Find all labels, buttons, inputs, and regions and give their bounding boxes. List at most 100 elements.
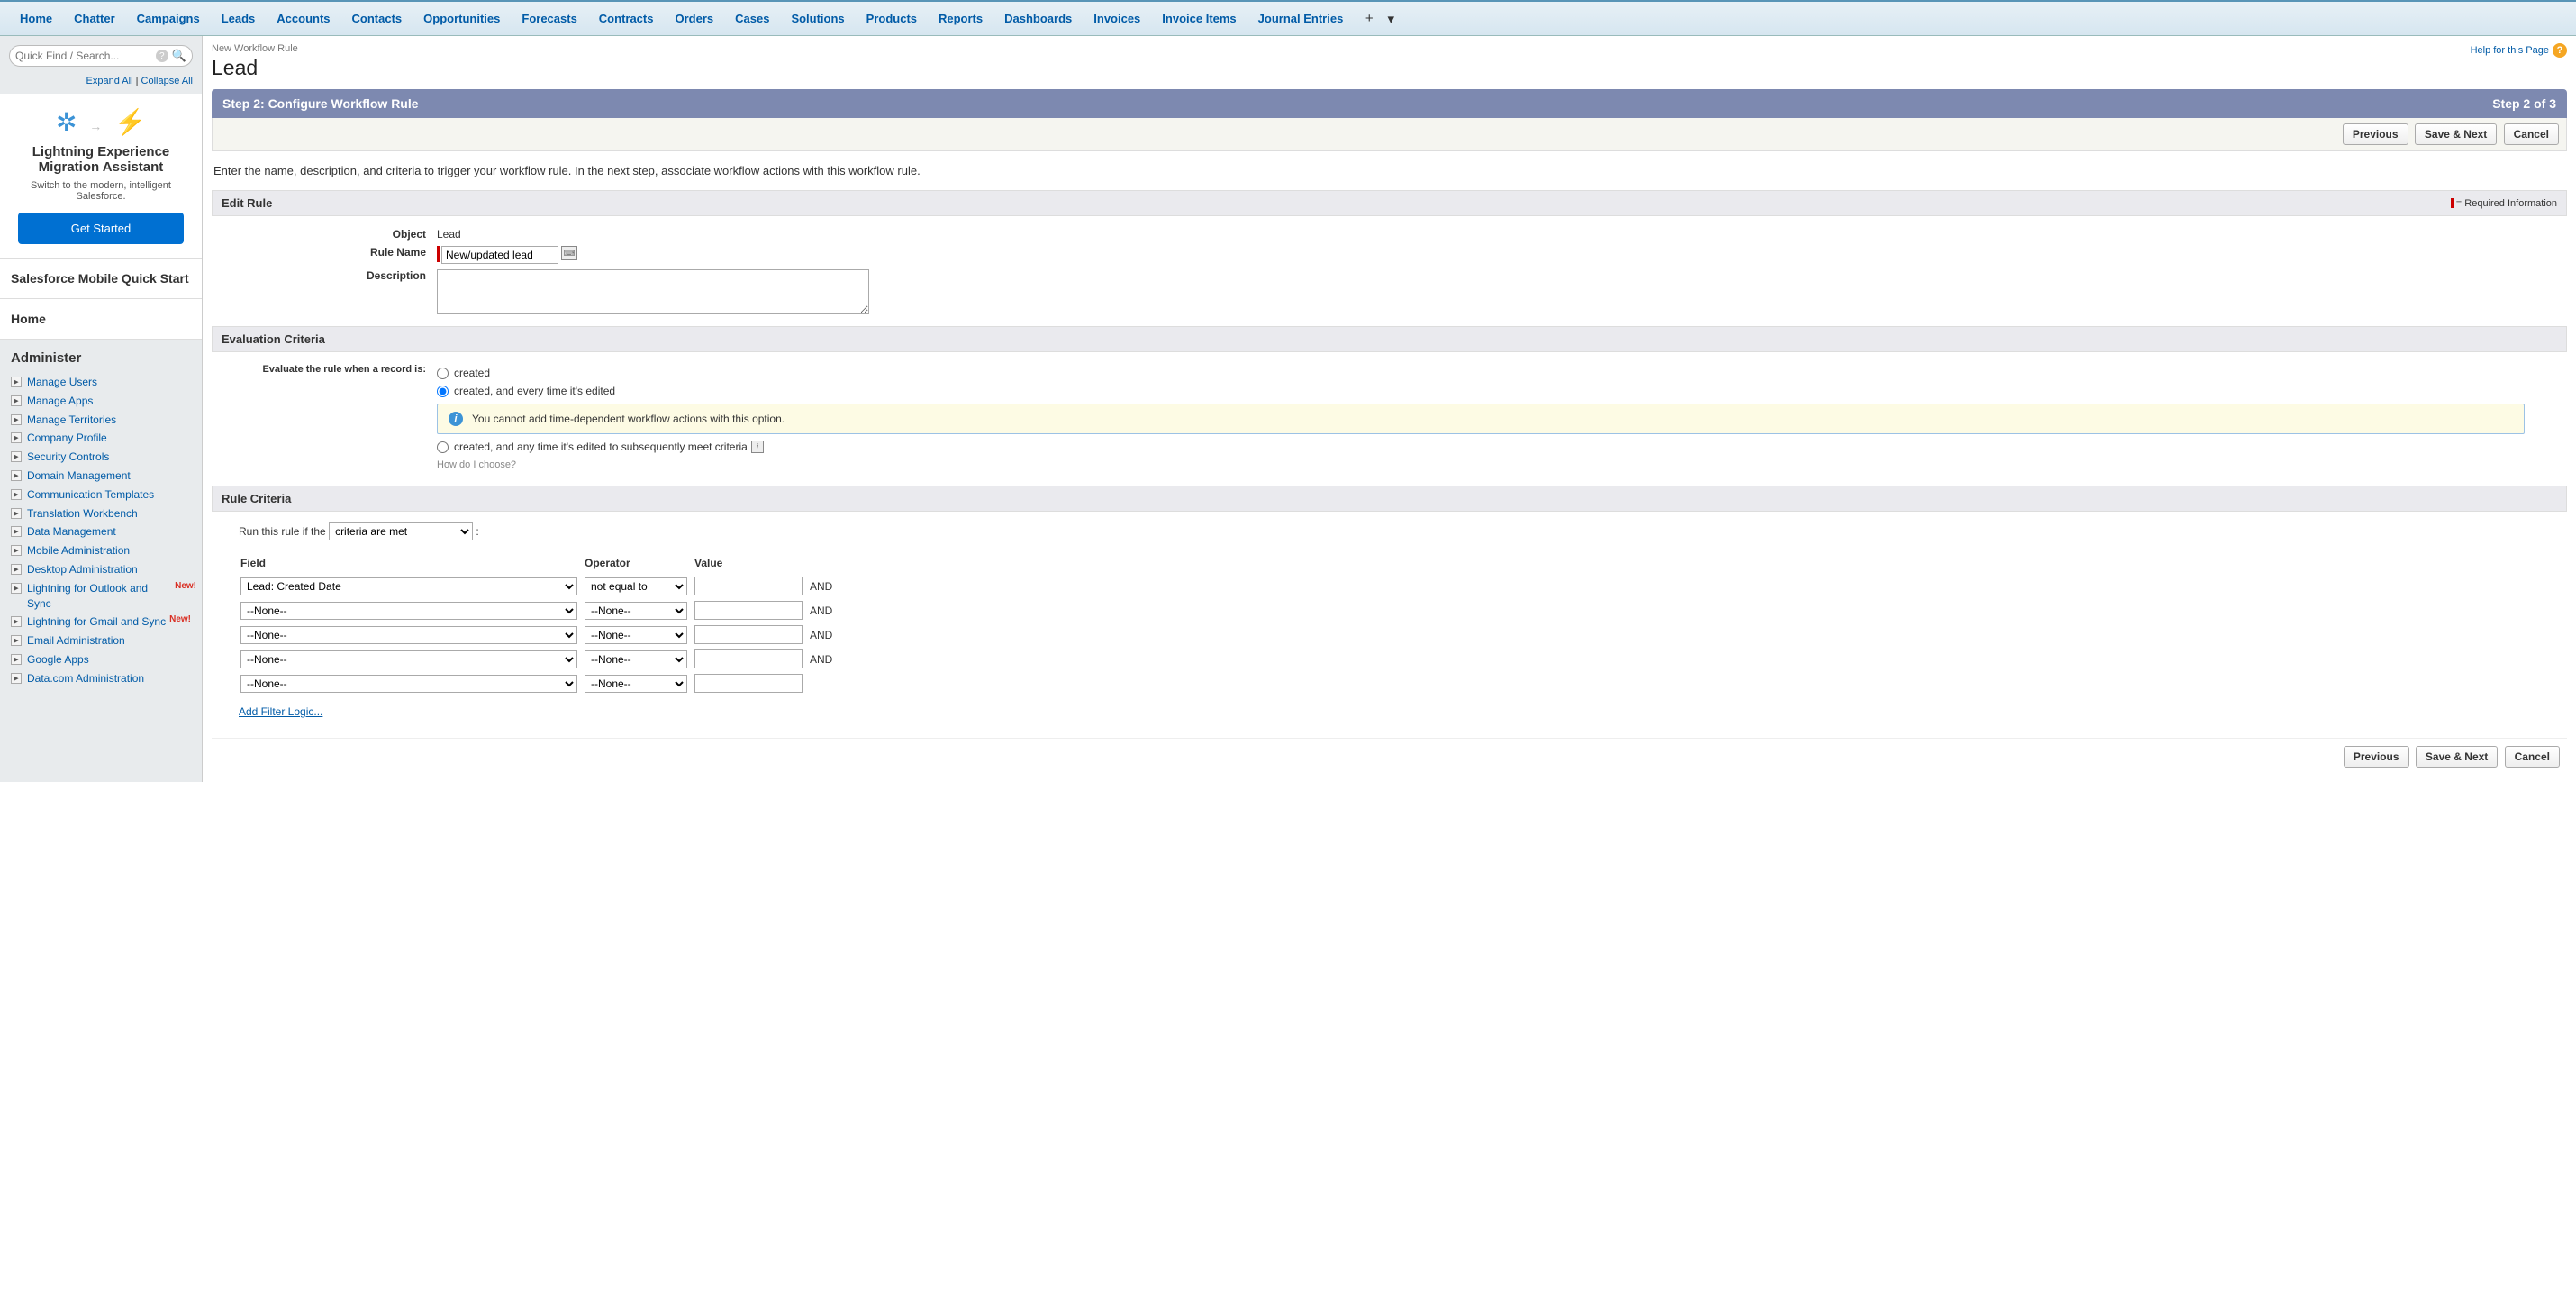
previous-button[interactable]: Previous: [2343, 123, 2408, 145]
expand-icon[interactable]: ▶: [11, 583, 22, 594]
sidebar-item-google-apps[interactable]: ▶ Google Apps: [11, 650, 196, 669]
sidebar-item-lightning-for-outlook-and-sync[interactable]: ▶Lightning for Outlook and SyncNew!: [11, 579, 196, 613]
description-textarea[interactable]: [437, 269, 869, 314]
sidebar-item-security-controls[interactable]: ▶ Security Controls: [11, 448, 196, 467]
cancel-button[interactable]: Cancel: [2504, 123, 2559, 145]
criteria-operator-select[interactable]: --None--: [585, 626, 687, 644]
criteria-field-select[interactable]: Lead: Created Date: [240, 577, 577, 595]
search-help-icon[interactable]: ?: [156, 50, 168, 62]
sidebar-item-manage-users[interactable]: ▶Manage Users: [11, 373, 196, 392]
expand-icon[interactable]: ▶: [11, 635, 22, 646]
sidebar-mobile-quickstart[interactable]: Salesforce Mobile Quick Start: [0, 259, 202, 299]
eval-opt-created-edited[interactable]: created, and every time it's edited: [437, 382, 615, 400]
sidebar-item-manage-apps[interactable]: ▶ Manage Apps: [11, 392, 196, 411]
criteria-value-input[interactable]: [694, 674, 803, 693]
expand-all-link[interactable]: Expand All: [86, 76, 133, 86]
sidebar-item-communication-templates[interactable]: ▶Communication Templates: [11, 486, 196, 504]
sidebar-item-label[interactable]: Company Profile: [27, 431, 107, 446]
sidebar-item-label[interactable]: Mobile Administration: [27, 543, 130, 559]
eval-opt-created[interactable]: created: [437, 364, 490, 382]
sidebar-item-data-com-administration[interactable]: ▶ Data.com Administration: [11, 669, 196, 688]
sidebar-item-label[interactable]: Desktop Administration: [27, 562, 138, 577]
tab-menu-icon[interactable]: ▾: [1380, 11, 1401, 27]
criteria-value-input[interactable]: [694, 577, 803, 595]
sidebar-item-manage-territories[interactable]: ▶ Manage Territories: [11, 411, 196, 430]
expand-icon[interactable]: ▶: [11, 508, 22, 519]
expand-icon[interactable]: ▶: [11, 654, 22, 665]
tab-invoice-items[interactable]: Invoice Items: [1151, 3, 1247, 34]
add-filter-logic-link[interactable]: Add Filter Logic...: [239, 705, 322, 718]
sidebar-item-email-administration[interactable]: ▶ Email Administration: [11, 631, 196, 650]
criteria-field-select[interactable]: --None--: [240, 650, 577, 668]
tab-reports[interactable]: Reports: [928, 3, 993, 34]
criteria-operator-select[interactable]: not equal to: [585, 577, 687, 595]
eval-opt-meet-criteria[interactable]: created, and any time it's edited to sub…: [437, 438, 764, 456]
tab-opportunities[interactable]: Opportunities: [413, 3, 511, 34]
tab-products[interactable]: Products: [856, 3, 928, 34]
criteria-operator-select[interactable]: --None--: [585, 650, 687, 668]
sidebar-item-label[interactable]: Data Management: [27, 524, 116, 540]
sidebar-item-label[interactable]: Communication Templates: [27, 487, 154, 503]
criteria-operator-select[interactable]: --None--: [585, 602, 687, 620]
expand-icon[interactable]: ▶: [11, 526, 22, 537]
cancel-button-bottom[interactable]: Cancel: [2505, 746, 2560, 768]
sidebar-item-label[interactable]: Lightning for Gmail and Sync: [27, 614, 166, 630]
tab-chatter[interactable]: Chatter: [63, 3, 126, 34]
search-input[interactable]: [15, 50, 156, 62]
tab-contracts[interactable]: Contracts: [588, 3, 665, 34]
keyboard-icon[interactable]: ⌨: [561, 246, 577, 260]
tab-orders[interactable]: Orders: [664, 3, 724, 34]
expand-icon[interactable]: ▶: [11, 451, 22, 462]
sidebar-item-label[interactable]: Data.com Administration: [27, 671, 144, 686]
sidebar-item-desktop-administration[interactable]: ▶ Desktop Administration: [11, 560, 196, 579]
sidebar-item-domain-management[interactable]: ▶Domain Management: [11, 467, 196, 486]
get-started-button[interactable]: Get Started: [18, 213, 184, 244]
tab-leads[interactable]: Leads: [211, 3, 267, 34]
rule-name-input[interactable]: [441, 246, 558, 264]
how-do-i-choose-link[interactable]: How do I choose?: [437, 456, 516, 474]
expand-icon[interactable]: ▶: [11, 564, 22, 575]
tab-forecasts[interactable]: Forecasts: [511, 3, 587, 34]
sidebar-item-company-profile[interactable]: ▶ Company Profile: [11, 429, 196, 448]
expand-icon[interactable]: ▶: [11, 545, 22, 556]
criteria-value-input[interactable]: [694, 650, 803, 668]
add-tab-icon[interactable]: +: [1358, 11, 1380, 27]
sidebar-item-translation-workbench[interactable]: ▶ Translation Workbench: [11, 504, 196, 523]
sidebar-item-mobile-administration[interactable]: ▶ Mobile Administration: [11, 541, 196, 560]
tab-accounts[interactable]: Accounts: [266, 3, 340, 34]
criteria-value-input[interactable]: [694, 601, 803, 620]
expand-icon[interactable]: ▶: [11, 616, 22, 627]
search-icon[interactable]: 🔍: [172, 49, 186, 63]
sidebar-item-label[interactable]: Translation Workbench: [27, 506, 138, 522]
expand-icon[interactable]: ▶: [11, 432, 22, 443]
save-next-button[interactable]: Save & Next: [2415, 123, 2497, 145]
run-rule-select[interactable]: criteria are met: [329, 522, 473, 540]
tab-campaigns[interactable]: Campaigns: [126, 3, 211, 34]
tab-home[interactable]: Home: [9, 3, 63, 34]
expand-icon[interactable]: ▶: [11, 377, 22, 387]
criteria-field-select[interactable]: --None--: [240, 602, 577, 620]
sidebar-item-label[interactable]: Google Apps: [27, 652, 89, 668]
tab-journal-entries[interactable]: Journal Entries: [1247, 3, 1355, 34]
sidebar-item-data-management[interactable]: ▶ Data Management: [11, 522, 196, 541]
info-small-icon[interactable]: i: [751, 441, 764, 453]
sidebar-item-lightning-for-gmail-and-sync[interactable]: ▶Lightning for Gmail and SyncNew!: [11, 613, 196, 631]
tab-invoices[interactable]: Invoices: [1083, 3, 1151, 34]
help-for-page-link[interactable]: Help for this Page ?: [2471, 43, 2567, 58]
criteria-field-select[interactable]: --None--: [240, 626, 577, 644]
sidebar-item-label[interactable]: Email Administration: [27, 633, 125, 649]
previous-button-bottom[interactable]: Previous: [2344, 746, 2409, 768]
expand-icon[interactable]: ▶: [11, 470, 22, 481]
sidebar-item-label[interactable]: Manage Territories: [27, 413, 116, 428]
tab-contacts[interactable]: Contacts: [341, 3, 413, 34]
expand-icon[interactable]: ▶: [11, 395, 22, 406]
sidebar-item-label[interactable]: Manage Apps: [27, 394, 93, 409]
sidebar-home[interactable]: Home: [0, 299, 202, 340]
expand-icon[interactable]: ▶: [11, 414, 22, 425]
sidebar-item-label[interactable]: Security Controls: [27, 450, 109, 465]
expand-icon[interactable]: ▶: [11, 673, 22, 684]
criteria-field-select[interactable]: --None--: [240, 675, 577, 693]
sidebar-item-label[interactable]: Lightning for Outlook and Sync: [27, 581, 171, 612]
collapse-all-link[interactable]: Collapse All: [141, 76, 193, 86]
quick-find-search[interactable]: ? 🔍: [9, 45, 193, 67]
